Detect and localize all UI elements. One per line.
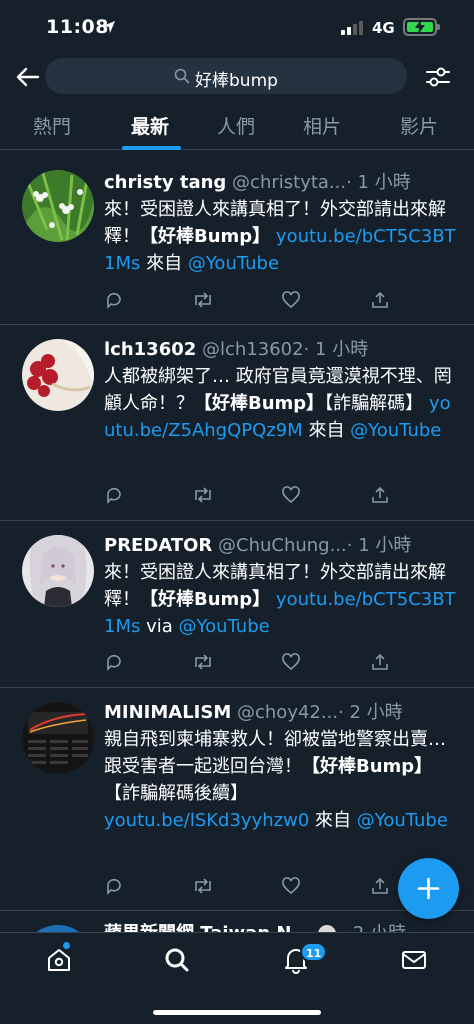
mention-link[interactable]: @YouTube — [357, 810, 448, 831]
battery-icon — [403, 18, 440, 36]
bottom-navigation: 11 — [0, 932, 474, 1024]
retweet-icon[interactable] — [192, 876, 214, 900]
mention-link[interactable]: @YouTube — [188, 253, 279, 274]
tweet-time: · 1 小時 — [303, 339, 369, 360]
display-name[interactable]: PREDATOR — [104, 535, 212, 556]
search-input[interactable]: 好棒bump — [45, 58, 407, 94]
network-label: 4G — [372, 19, 395, 37]
mention-link[interactable]: @YouTube — [179, 616, 270, 637]
search-header: 好棒bump — [0, 56, 474, 98]
display-name[interactable]: MINIMALISM — [104, 702, 231, 723]
user-handle: @choy42... — [237, 702, 339, 723]
tweet-text-part: 【詐騙解碼】 — [324, 393, 429, 414]
tweet-text-part: 【詐騙解碼後續】 — [104, 783, 248, 804]
retweet-icon[interactable] — [192, 652, 214, 676]
tab-latest[interactable]: 最新 — [131, 112, 169, 148]
tweet-time: · 1 小時 — [346, 172, 411, 193]
tweet-item[interactable]: christy tang @christyta...· 1 小時 來！受困證人來… — [0, 158, 474, 325]
retweet-icon[interactable] — [192, 290, 214, 314]
tweet-text-bold: 【好棒Bump】 — [194, 393, 325, 414]
cellular-signal-icon — [341, 21, 365, 35]
tweet-actions — [104, 485, 394, 507]
tweet-item[interactable]: lch13602 @lch13602· 1 小時 人都被綁架了… 政府官員竟還漠… — [0, 325, 474, 521]
tweet-text-bold: 【好棒Bump】 — [140, 589, 271, 610]
user-handle: @ChuChung... — [218, 535, 347, 556]
tweet-text: 親自飛到柬埔寨救人！卻被當地警察出賣… 跟受害者一起逃回台灣！【好棒Bump】【… — [104, 726, 456, 834]
location-arrow-icon — [103, 21, 115, 33]
reply-icon[interactable] — [104, 652, 124, 676]
search-settings-icon[interactable] — [424, 63, 452, 91]
tweet-via: 來自 — [140, 253, 188, 274]
user-handle: @christyta... — [232, 172, 347, 193]
tweet-text-bold: 【好棒Bump】 — [140, 226, 271, 247]
plus-icon — [417, 877, 440, 900]
like-icon[interactable] — [281, 876, 301, 900]
status-bar: 11:08 4G — [0, 0, 474, 56]
home-icon[interactable] — [44, 945, 74, 975]
tweet-link[interactable]: youtu.be/lSKd3yyhzw0 — [104, 810, 309, 831]
display-name[interactable]: lch13602 — [104, 339, 196, 360]
messages-envelope-icon[interactable] — [399, 945, 429, 975]
avatar[interactable] — [22, 170, 94, 242]
tweet-header: lch13602 @lch13602· 1 小時 — [104, 335, 464, 361]
notification-badge: 11 — [300, 942, 328, 962]
active-tab-indicator — [122, 146, 181, 150]
tweet-header: christy tang @christyta...· 1 小時 — [104, 168, 464, 194]
like-icon[interactable] — [281, 652, 301, 676]
tweet-text-bold: 【好棒Bump】 — [302, 756, 433, 777]
tweet-text: 來！受困證人來講真相了！外交部請出來解釋！【好棒Bump】 youtu.be/b… — [104, 559, 456, 640]
reply-icon[interactable] — [104, 290, 124, 314]
home-indicator — [153, 1010, 321, 1015]
status-time: 11:08 — [46, 16, 109, 38]
tweet-time: · 1 小時 — [346, 535, 412, 556]
tweet-actions — [104, 652, 394, 674]
search-tabs: 熱門 最新 人們 相片 影片 — [0, 104, 474, 150]
user-handle: @lch13602 — [202, 339, 304, 360]
tweet-actions — [104, 290, 394, 312]
tab-videos[interactable]: 影片 — [400, 112, 438, 148]
like-icon[interactable] — [281, 290, 301, 314]
search-icon — [174, 68, 190, 84]
tweet-time: · 2 小時 — [338, 702, 403, 723]
share-icon[interactable] — [370, 485, 390, 509]
reply-icon[interactable] — [104, 876, 124, 900]
tweet-via: 來自 — [302, 420, 351, 441]
tweet-actions — [104, 876, 394, 898]
tab-photos[interactable]: 相片 — [303, 112, 341, 148]
tweet-via: via — [140, 616, 179, 637]
tweet-via: 來自 — [309, 810, 357, 831]
compose-tweet-button[interactable] — [398, 858, 459, 919]
tweet-item[interactable]: PREDATOR @ChuChung...· 1 小時 來！受困證人來講真相了！… — [0, 521, 474, 688]
tweet-text: 來！受困證人來講真相了！外交部請出來解釋！【好棒Bump】 youtu.be/b… — [104, 196, 456, 277]
display-name[interactable]: christy tang — [104, 172, 226, 193]
mention-link[interactable]: @YouTube — [350, 420, 441, 441]
new-content-dot — [63, 942, 70, 949]
share-icon[interactable] — [370, 290, 390, 314]
back-arrow-icon[interactable] — [14, 63, 42, 91]
reply-icon[interactable] — [104, 485, 124, 509]
share-icon[interactable] — [370, 652, 390, 676]
search-nav-icon[interactable] — [162, 945, 192, 975]
tab-people[interactable]: 人們 — [217, 112, 255, 148]
avatar[interactable] — [22, 702, 94, 774]
tweet-header: MINIMALISM @choy42...· 2 小時 — [104, 698, 464, 724]
search-query: 好棒bump — [195, 71, 278, 91]
tab-top[interactable]: 熱門 — [33, 112, 71, 148]
share-icon[interactable] — [370, 876, 390, 900]
tweet-header: PREDATOR @ChuChung...· 1 小時 — [104, 531, 464, 557]
avatar[interactable] — [22, 339, 94, 411]
avatar[interactable] — [22, 535, 94, 607]
retweet-icon[interactable] — [192, 485, 214, 509]
like-icon[interactable] — [281, 485, 301, 509]
tweet-text: 人都被綁架了… 政府官員竟還漠視不理、罔顧人命！？【好棒Bump】【詐騙解碼】 … — [104, 363, 456, 444]
